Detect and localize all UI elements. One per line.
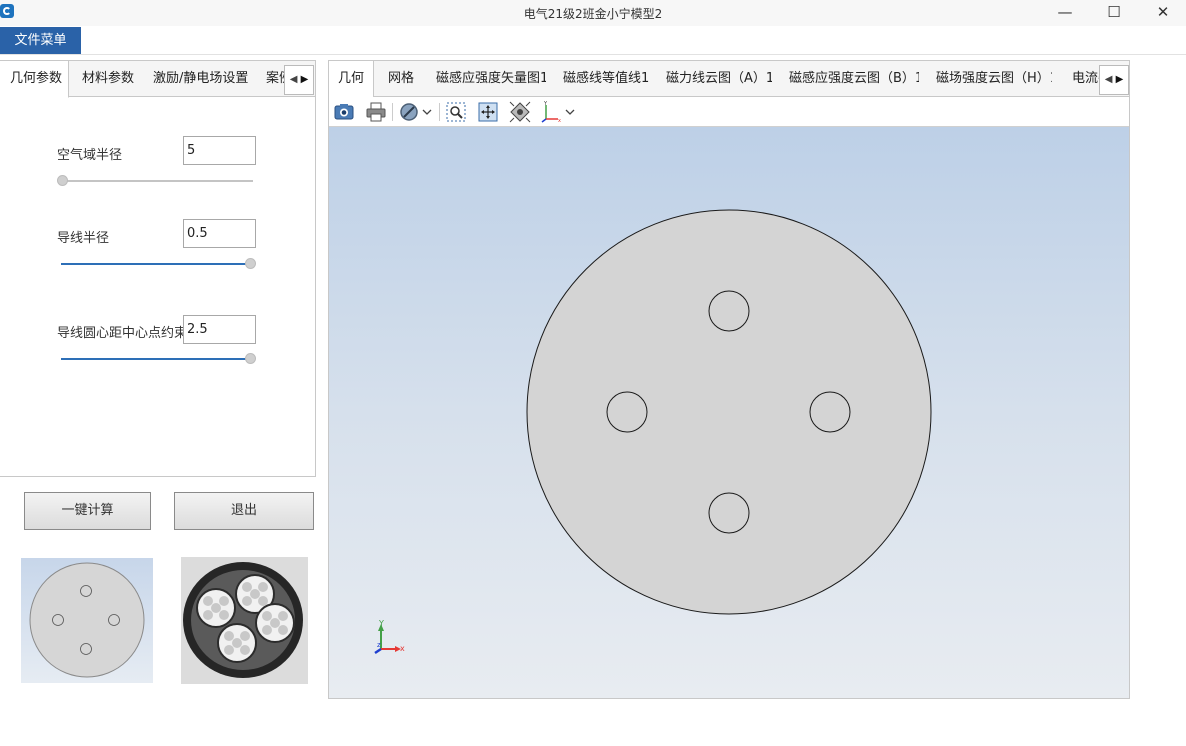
axis-orientation-icon[interactable]: Yx: [541, 101, 563, 124]
triad-y-label: Y: [378, 619, 384, 628]
file-menu-button[interactable]: 文件菜单: [0, 27, 81, 54]
left-tab-scroll: ◀ ▶: [284, 65, 314, 95]
tab-b-contours[interactable]: 磁感线等值线1: [563, 61, 649, 97]
wire-center-distance-input[interactable]: 2.5: [183, 315, 256, 344]
wire-center-distance-slider-thumb[interactable]: [245, 353, 256, 364]
graphics-viewport[interactable]: Y x z: [329, 127, 1129, 698]
air-radius-slider-thumb[interactable]: [57, 175, 68, 186]
tab-scroll-left-icon[interactable]: ◀: [1105, 74, 1113, 85]
chevron-down-icon[interactable]: [421, 101, 433, 123]
print-icon[interactable]: [365, 101, 387, 123]
tab-h-surface[interactable]: 磁场强度云图（H）1: [936, 61, 1052, 97]
wire-radius-label: 导线半径: [57, 231, 110, 246]
left-tabstrip: 几何参数 材料参数 激励/静电场设置 案例 ◀ ▶: [0, 61, 315, 98]
tab-a-surface[interactable]: 磁力线云图（A）1: [666, 61, 772, 97]
title-bar: 电气21级2班金小宁模型2 — ☐ ✕: [0, 0, 1186, 26]
result-tabstrip: 几何 网格 磁感应强度矢量图1 磁感线等值线1 磁力线云图（A）1 磁感应强度云…: [329, 61, 1129, 98]
maximize-button[interactable]: ☐: [1091, 0, 1137, 26]
zoom-box-icon[interactable]: [445, 101, 467, 123]
wire-radius-slider-thumb[interactable]: [245, 258, 256, 269]
menu-bar: 文件菜单: [0, 26, 1186, 55]
wire-radius-input[interactable]: 0.5: [183, 219, 256, 248]
result-tab-scroll: ◀ ▶: [1099, 65, 1129, 95]
wire-center-distance-slider-track[interactable]: [61, 358, 251, 360]
camera-icon[interactable]: [333, 101, 355, 123]
geometry-drawing: Y x z: [374, 209, 932, 655]
toolbar-separator: [439, 103, 440, 121]
toolbar-separator: [392, 103, 393, 121]
hide-icon[interactable]: [398, 101, 420, 123]
zoom-extents-icon[interactable]: [477, 101, 499, 123]
axis-triad: Y x z: [374, 619, 405, 655]
tab-excitation-settings[interactable]: 激励/静电场设置: [153, 61, 263, 97]
tab-scroll-right-icon[interactable]: ▶: [301, 74, 309, 85]
air-radius-input[interactable]: 5: [183, 136, 256, 165]
tab-current-density[interactable]: 电流密度: [1072, 61, 1102, 97]
close-button[interactable]: ✕: [1140, 0, 1186, 26]
tab-mesh[interactable]: 网格: [388, 61, 418, 97]
air-radius-label: 空气域半径: [57, 148, 123, 163]
tab-material-params[interactable]: 材料参数: [82, 61, 152, 97]
model-preview-image: [21, 558, 153, 683]
graphics-panel: 几何 网格 磁感应强度矢量图1 磁感线等值线1 磁力线云图（A）1 磁感应强度云…: [328, 60, 1130, 699]
wire-radius-slider-track[interactable]: [61, 263, 251, 265]
svg-text:Y: Y: [543, 101, 548, 107]
minimize-button[interactable]: —: [1042, 0, 1088, 26]
tab-geometry[interactable]: 几何: [329, 61, 374, 98]
exit-button[interactable]: 退出: [174, 492, 314, 530]
compute-button[interactable]: 一键计算: [24, 492, 151, 530]
scene-light-icon[interactable]: [509, 101, 531, 123]
parameter-panel: 几何参数 材料参数 激励/静电场设置 案例 ◀ ▶ 空气域半径 5 导线半径 0…: [0, 60, 316, 477]
wire-center-distance-label: 导线圆心距中心点约束: [57, 326, 188, 341]
triad-z-label: z: [377, 641, 381, 649]
cable-photo-image: [181, 557, 308, 684]
tab-geometry-params[interactable]: 几何参数: [0, 61, 69, 98]
chevron-down-icon[interactable]: [564, 101, 576, 123]
graphics-toolbar: Yx: [329, 97, 1129, 127]
tab-b-surface[interactable]: 磁感应强度云图（B）1: [789, 61, 919, 97]
tab-scroll-left-icon[interactable]: ◀: [290, 74, 298, 85]
tab-b-vector[interactable]: 磁感应强度矢量图1: [436, 61, 546, 97]
window-title: 电气21级2班金小宁模型2: [523, 7, 663, 21]
triad-x-label: x: [400, 644, 405, 653]
svg-text:x: x: [558, 118, 561, 123]
air-radius-slider-track[interactable]: [62, 180, 253, 182]
air-domain-circle: [526, 209, 932, 615]
tab-scroll-right-icon[interactable]: ▶: [1116, 74, 1124, 85]
